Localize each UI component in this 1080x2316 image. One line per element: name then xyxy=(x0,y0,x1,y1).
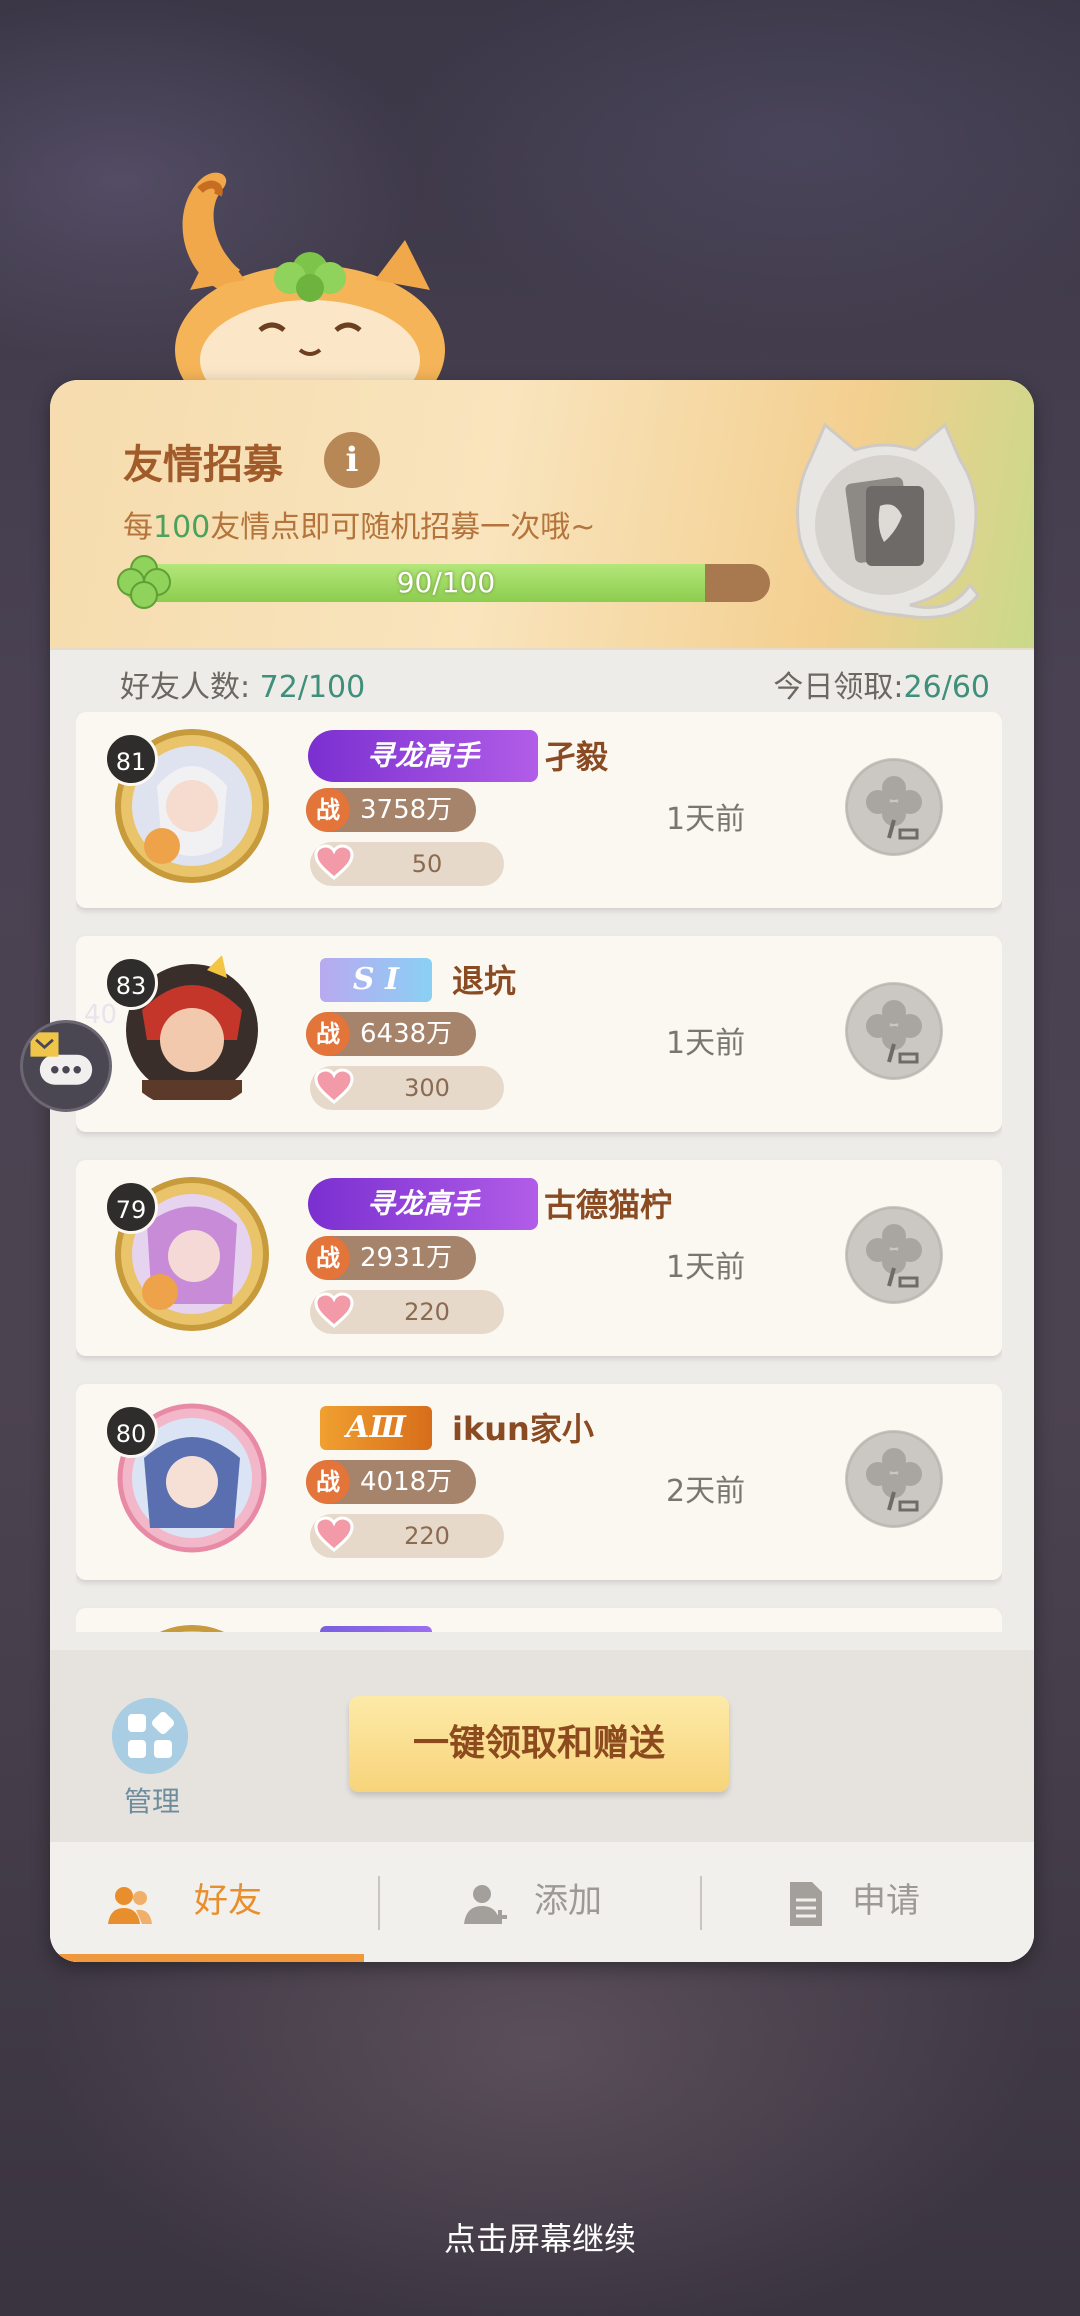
last-online: 2天前 xyxy=(666,1474,746,1509)
combat-power: 战 6438万 xyxy=(306,1012,476,1056)
today-claimed-label: 今日领取: xyxy=(773,670,904,705)
friend-row[interactable] xyxy=(76,1608,1002,1632)
combat-tag: 战 xyxy=(306,1236,350,1280)
manage-icon[interactable] xyxy=(112,1698,188,1774)
tab-add-label: 添加 xyxy=(534,1881,602,1921)
last-online: 1天前 xyxy=(666,1026,746,1061)
rank-badge: AⅢ xyxy=(320,1406,432,1450)
tab-friends[interactable]: 好友 xyxy=(106,1842,366,1962)
header-description: 每100友情点即可随机招募一次哦~ xyxy=(123,502,595,546)
friendship-points: 50 xyxy=(310,842,504,886)
combat-tag: 战 xyxy=(306,1012,350,1056)
friend-name: 退坑 xyxy=(452,962,517,1000)
friendship-points: 300 xyxy=(310,1066,504,1110)
friend-name: 孑毅 xyxy=(544,738,609,776)
combat-power: 战 3758万 xyxy=(306,788,476,832)
tab-divider xyxy=(378,1876,380,1930)
claim-and-send-all-button[interactable]: 一键领取和赠送 xyxy=(349,1696,729,1792)
level-badge: 81 xyxy=(104,732,158,786)
combat-power-value: 3758万 xyxy=(360,795,453,825)
rank-badge xyxy=(320,1626,432,1632)
tab-add[interactable]: 添加 xyxy=(462,1842,682,1962)
info-icon[interactable]: i xyxy=(324,432,380,488)
tab-friends-label: 好友 xyxy=(194,1881,262,1921)
friend-row[interactable]: 80 AⅢ ikun家小 战 4018万 220 2天前 xyxy=(76,1384,1002,1580)
combat-power-value: 4018万 xyxy=(360,1467,453,1497)
clover-icon xyxy=(117,555,171,609)
level-badge: 80 xyxy=(104,1404,158,1458)
rank-badge: 寻龙高手 xyxy=(308,1178,538,1230)
avatar[interactable] xyxy=(112,1622,272,1632)
combat-power-value: 2931万 xyxy=(360,1243,453,1273)
friend-count: 好友人数: 72/100 xyxy=(120,662,365,706)
document-icon xyxy=(790,1882,822,1926)
last-online: 1天前 xyxy=(666,802,746,837)
combat-tag: 战 xyxy=(306,1460,350,1504)
friendship-points-value: 220 xyxy=(404,1298,450,1326)
tap-to-continue-text[interactable]: 点击屏幕继续 xyxy=(0,2214,1080,2260)
rank-badge: S I xyxy=(320,958,432,1002)
send-gift-icon[interactable] xyxy=(845,758,943,856)
today-claimed-value: 26/60 xyxy=(903,670,990,705)
send-gift-icon[interactable] xyxy=(845,1430,943,1528)
friend-row[interactable]: 79 寻龙高手 古德猫柠 战 2931万 220 1天前 xyxy=(76,1160,1002,1356)
combat-power: 战 2931万 xyxy=(306,1236,476,1280)
chat-icon[interactable] xyxy=(20,1020,112,1112)
combat-tag: 战 xyxy=(306,788,350,832)
rank-badge: 寻龙高手 xyxy=(308,730,538,782)
friendship-points-value: 220 xyxy=(404,1522,450,1550)
friend-list[interactable]: 81 寻龙高手 孑毅 战 3758万 50 1天前 83 S I 退坑 战 64… xyxy=(76,712,1002,1632)
friendship-progress-bar: 90/100 xyxy=(122,564,770,602)
combat-power: 战 4018万 xyxy=(306,1460,476,1504)
friend-name: ikun家小 xyxy=(452,1410,594,1448)
desc-suffix: 友情点即可随机招募一次哦~ xyxy=(210,510,596,545)
bottom-tabs: 好友 添加 申请 xyxy=(50,1842,1034,1962)
tab-divider xyxy=(700,1876,702,1930)
progress-text: 90/100 xyxy=(396,566,496,599)
tab-applications-label: 申请 xyxy=(852,1881,920,1921)
friend-stats: 好友人数: 72/100 今日领取:26/60 xyxy=(120,662,990,706)
send-gift-icon[interactable] xyxy=(845,982,943,1080)
friend-name: 古德猫柠 xyxy=(544,1186,673,1224)
friendship-points: 220 xyxy=(310,1514,504,1558)
level-badge: 79 xyxy=(104,1180,158,1234)
friend-row[interactable]: 81 寻龙高手 孑毅 战 3758万 50 1天前 xyxy=(76,712,1002,908)
friends-panel: 友情招募 i 每100友情点即可随机招募一次哦~ 90/100 好友人数: 72… xyxy=(50,380,1034,1962)
friendship-points: 220 xyxy=(310,1290,504,1334)
combat-power-value: 6438万 xyxy=(360,1019,453,1049)
today-claimed: 今日领取:26/60 xyxy=(773,662,990,706)
manage-label[interactable]: 管理 xyxy=(110,1780,194,1820)
header-divider xyxy=(50,648,1034,650)
friendship-recruit-header: 友情招募 i 每100友情点即可随机招募一次哦~ 90/100 xyxy=(50,380,1034,648)
active-tab-indicator xyxy=(50,1954,364,1962)
recruit-card-icon[interactable] xyxy=(780,420,990,630)
friendship-points-value: 50 xyxy=(411,850,443,878)
desc-highlight: 100 xyxy=(153,510,211,545)
last-online: 1天前 xyxy=(666,1250,746,1285)
add-friend-icon xyxy=(464,1885,507,1924)
header-title: 友情招募 xyxy=(123,442,283,488)
friends-icon xyxy=(108,1887,152,1924)
desc-prefix: 每 xyxy=(123,510,153,545)
friend-count-value: 72/100 xyxy=(259,670,366,705)
friend-row[interactable]: 83 S I 退坑 战 6438万 300 1天前 xyxy=(76,936,1002,1132)
send-gift-icon[interactable] xyxy=(845,1206,943,1304)
friend-count-label: 好友人数: xyxy=(120,670,260,705)
friendship-points-value: 300 xyxy=(404,1074,450,1102)
tab-applications[interactable]: 申请 xyxy=(782,1842,1002,1962)
